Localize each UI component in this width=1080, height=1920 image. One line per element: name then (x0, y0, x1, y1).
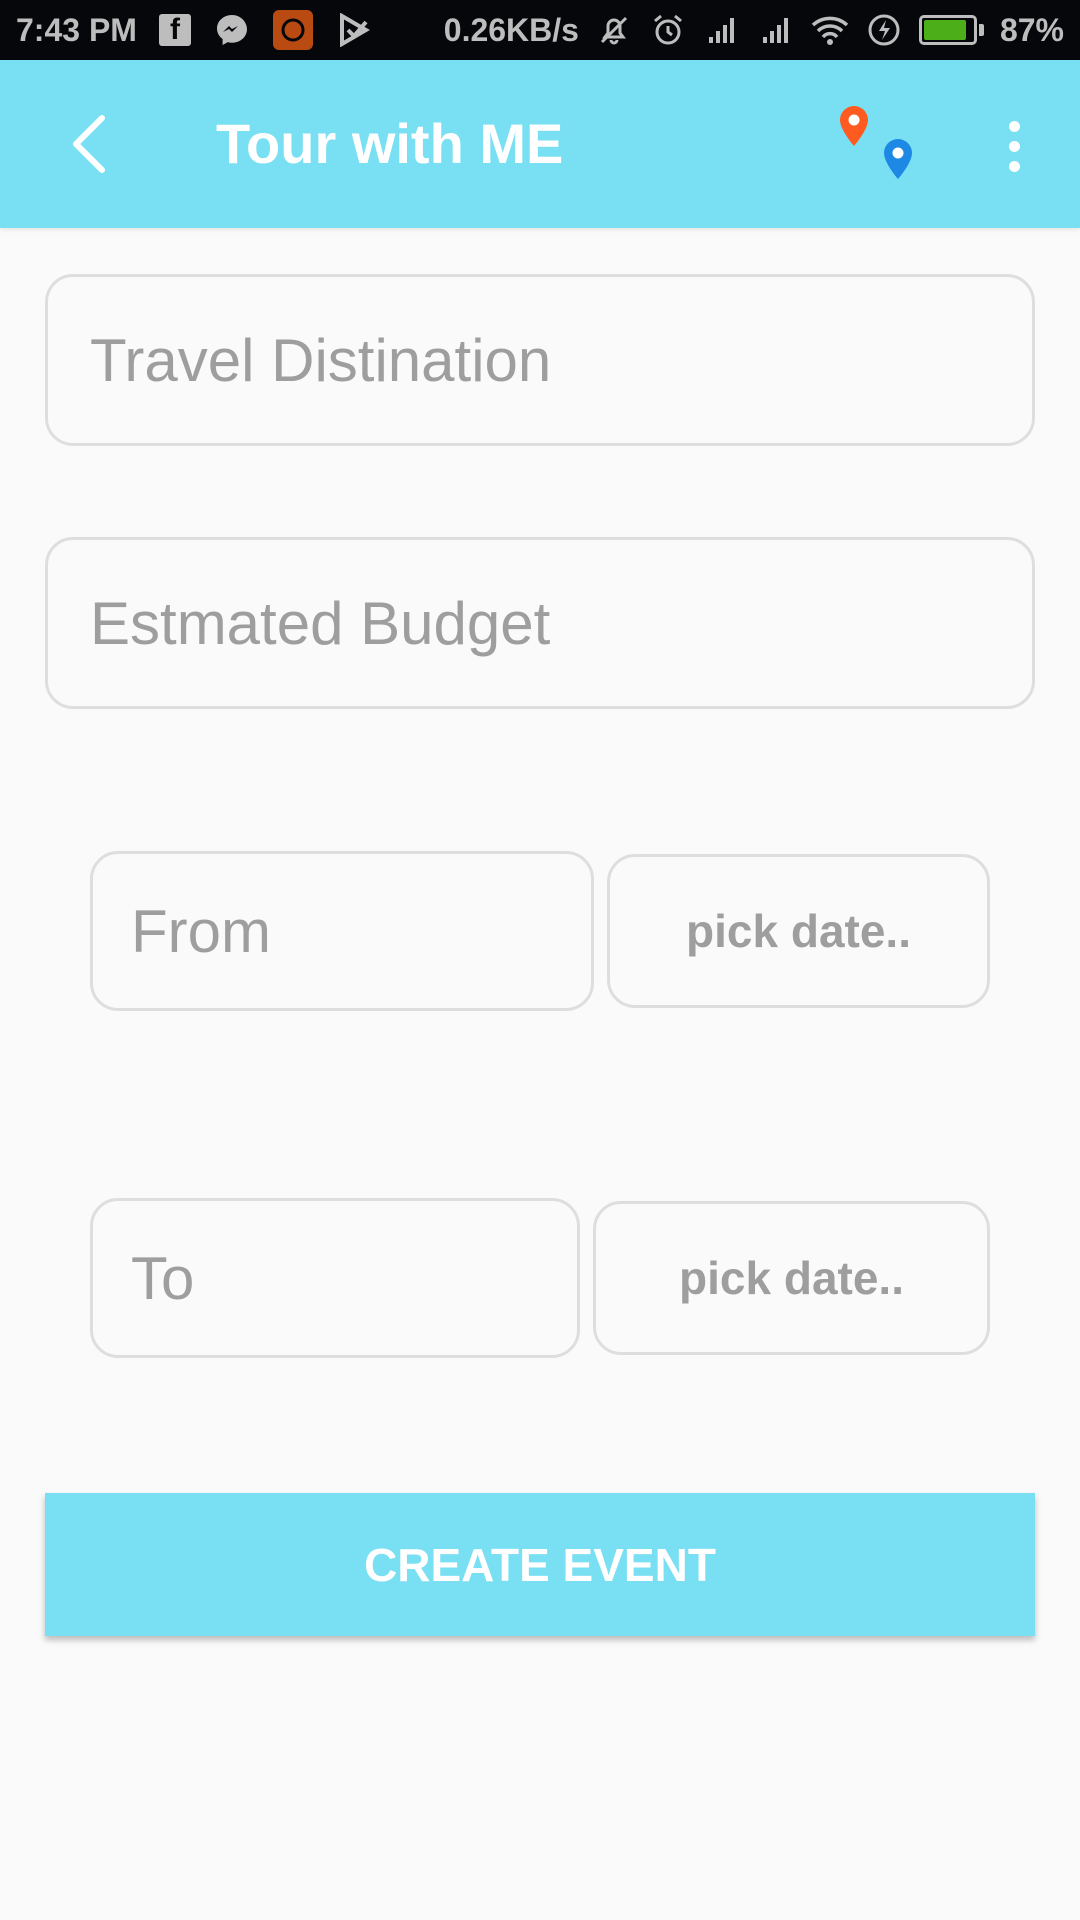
from-field[interactable] (90, 851, 594, 1011)
overflow-menu-icon[interactable] (990, 114, 1038, 178)
to-date-button[interactable]: pick date.. (593, 1201, 990, 1355)
signal-icon (703, 11, 741, 49)
battery-percent: 87% (999, 11, 1064, 48)
network-speed: 0.26KB/s (443, 11, 579, 48)
budget-field[interactable] (45, 537, 1035, 709)
back-button[interactable] (50, 106, 126, 182)
status-left: 7:43 PM f (16, 10, 373, 50)
to-field[interactable] (90, 1198, 580, 1358)
from-input[interactable] (93, 854, 591, 1008)
status-right: 0.26KB/s 87% (444, 11, 1064, 49)
battery-icon (918, 15, 984, 45)
to-input[interactable] (93, 1201, 577, 1355)
status-bar: 7:43 PM f 0.26KB/s 87% (0, 0, 1080, 60)
mute-icon (595, 11, 633, 49)
destination-input[interactable] (48, 277, 1032, 443)
map-pins-icon[interactable] (832, 104, 922, 194)
destination-field[interactable] (45, 274, 1035, 446)
alarm-icon (649, 11, 687, 49)
budget-input[interactable] (48, 540, 1032, 706)
charging-icon (865, 11, 903, 49)
page-title: Tour with ME (216, 112, 564, 175)
signal-icon (757, 11, 795, 49)
wifi-icon (811, 11, 849, 49)
app-bar: Tour with ME (0, 60, 1080, 228)
chevron-left-icon (73, 115, 105, 173)
status-time: 7:43 PM (16, 11, 137, 48)
play-store-icon (335, 11, 373, 49)
create-event-button[interactable]: CREATE EVENT (45, 1493, 1035, 1636)
app-icon (272, 10, 313, 50)
facebook-icon: f (158, 14, 191, 46)
from-date-button[interactable]: pick date.. (607, 854, 990, 1008)
messenger-icon (213, 11, 251, 49)
